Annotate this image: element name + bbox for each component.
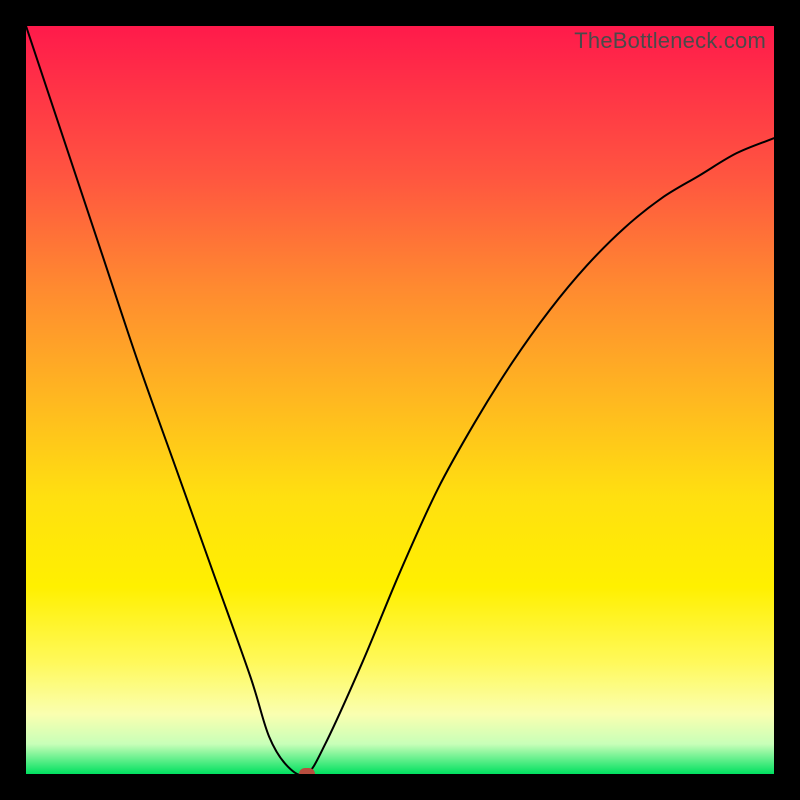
bottleneck-curve: [26, 26, 774, 774]
optimum-marker: [299, 768, 315, 774]
chart-frame: TheBottleneck.com: [0, 0, 800, 800]
chart-plot-area: TheBottleneck.com: [26, 26, 774, 774]
watermark-text: TheBottleneck.com: [574, 28, 766, 54]
